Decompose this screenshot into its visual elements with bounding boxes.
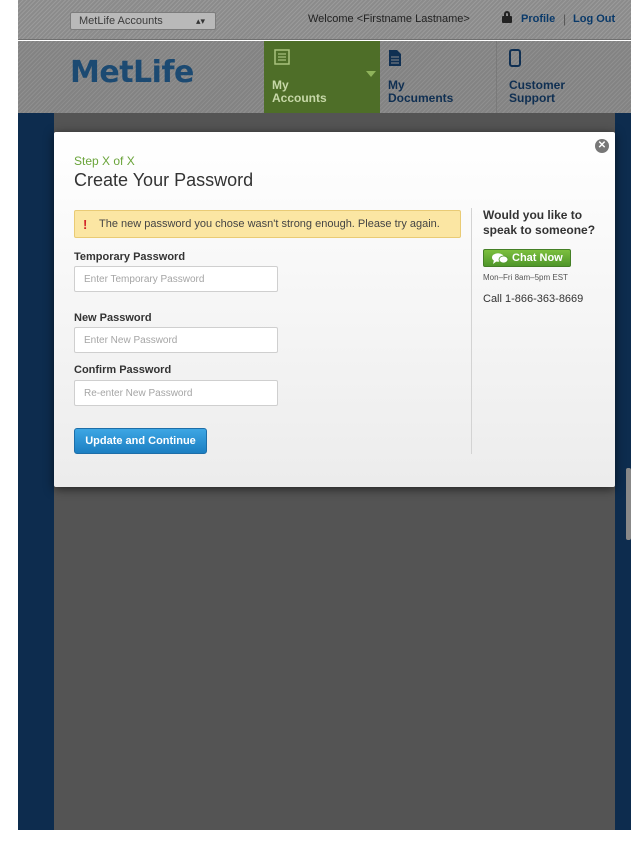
app-frame: MetLife Accounts ▴▾ Welcome <Firstname L… [18,0,631,830]
modal-title: Create Your Password [74,170,254,190]
confirm-password-label: Confirm Password [74,364,172,376]
chat-now-label: Chat Now [512,252,563,264]
close-icon[interactable]: ✕ [595,139,609,153]
help-heading: Would you like to speak to someone? [483,208,596,237]
logout-link[interactable]: Log Out [573,13,615,25]
temporary-password-input[interactable] [74,266,278,292]
lock-icon [502,11,512,23]
phone-icon [509,49,521,67]
page-scrollbar[interactable] [626,468,631,540]
nav-my-documents[interactable]: My Documents [380,41,496,113]
link-separator: | [563,12,567,26]
chevron-down-icon[interactable] [366,71,376,77]
confirm-password-input[interactable] [74,380,278,406]
document-icon [389,50,401,66]
nav-customer-support[interactable]: Customer Support [496,41,616,113]
main-header: MetLife My Accounts My Documents Custome… [18,41,631,113]
alert-message: The new password you chose wasn't strong… [99,218,440,230]
step-indicator: Step X of X [74,154,135,168]
welcome-text: Welcome <Firstname Lastname> [308,13,470,25]
new-password-label: New Password [74,312,152,324]
temporary-password-label: Temporary Password [74,251,186,263]
profile-link[interactable]: Profile [521,13,555,25]
chat-bubble-icon [492,253,508,264]
support-hours: Mon–Fri 8am–5pm EST [483,273,568,282]
nav-my-accounts[interactable]: My Accounts [264,41,380,113]
nav-customer-support-line2: Support [509,91,555,105]
nav-my-accounts-line2: Accounts [272,91,327,105]
update-and-continue-button[interactable]: Update and Continue [74,428,207,454]
create-password-modal: ✕ Step X of X Create Your Password ! The… [54,132,615,487]
support-phone: Call 1-866-363-8669 [483,293,584,305]
list-icon [274,49,290,65]
account-select[interactable]: MetLife Accounts ▴▾ [70,12,216,30]
select-arrows-icon: ▴▾ [195,16,205,26]
new-password-input[interactable] [74,327,278,353]
vertical-divider [471,208,472,454]
account-select-value: MetLife Accounts [79,15,163,27]
utility-bar: MetLife Accounts ▴▾ Welcome <Firstname L… [18,0,631,40]
chat-now-button[interactable]: Chat Now [483,249,571,267]
metlife-logo[interactable]: MetLife [70,55,194,90]
password-strength-alert: ! The new password you chose wasn't stro… [74,210,461,238]
warning-icon: ! [83,217,88,232]
nav-my-documents-line2: Documents [388,91,454,105]
